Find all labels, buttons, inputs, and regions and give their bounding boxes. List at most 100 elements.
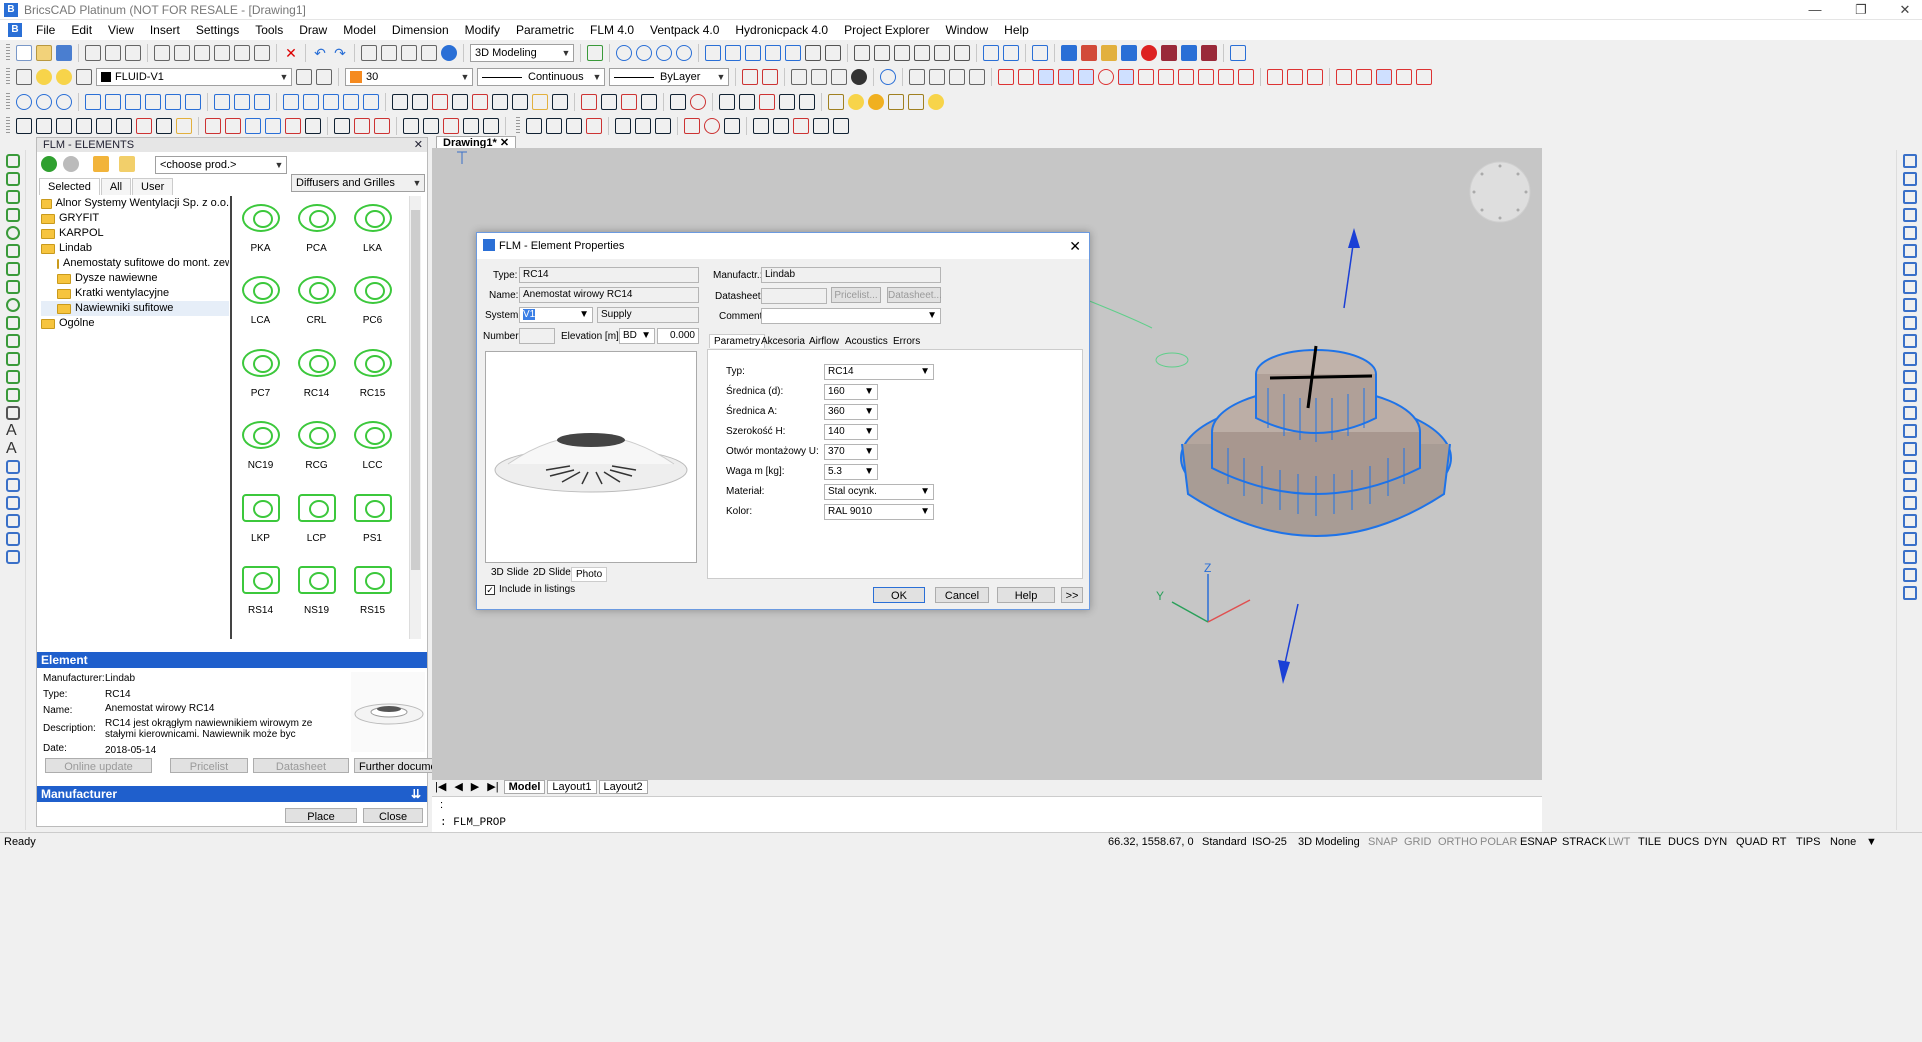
- render-icon[interactable]: [805, 44, 821, 61]
- osnap-center-icon[interactable]: [1098, 68, 1114, 85]
- tree-item[interactable]: Dysze nawiewne: [41, 271, 229, 286]
- product-select[interactable]: <choose prod.> ▼: [155, 156, 287, 174]
- pipe-tool-icon[interactable]: [423, 117, 439, 134]
- forward-icon[interactable]: [63, 156, 79, 172]
- lengthen-icon[interactable]: [1903, 424, 1917, 438]
- dialog-close-icon[interactable]: ✕: [1069, 233, 1081, 259]
- make-current-icon[interactable]: [316, 68, 332, 85]
- hydro-tool-icon[interactable]: [704, 117, 720, 134]
- wipeout-icon[interactable]: [6, 370, 20, 384]
- menu-help[interactable]: Help: [996, 20, 1037, 40]
- dialog-title-bar[interactable]: FLM - Element Properties ✕: [477, 233, 1089, 259]
- image-attach-icon[interactable]: [6, 532, 20, 546]
- flm-tool-icon[interactable]: [283, 93, 299, 110]
- navigation-wheel[interactable]: [1469, 161, 1531, 223]
- pipe-tool-icon[interactable]: [225, 117, 241, 134]
- element-item[interactable]: NS19: [289, 558, 344, 630]
- online-update-button[interactable]: Online update: [45, 758, 152, 773]
- offset-icon[interactable]: [1903, 244, 1917, 258]
- element-item[interactable]: RCG: [289, 413, 344, 485]
- menu-draw[interactable]: Draw: [291, 20, 335, 40]
- command-line[interactable]: : : FLM_PROP: [432, 796, 1542, 832]
- view-icon[interactable]: [745, 44, 761, 61]
- orbit-icon[interactable]: [725, 44, 741, 61]
- pipe-tool-icon[interactable]: [265, 117, 281, 134]
- element-item[interactable]: PKA: [233, 196, 288, 268]
- flm-tool-icon[interactable]: [16, 93, 32, 110]
- duct-tool-icon[interactable]: [739, 93, 755, 110]
- toolbar-grip[interactable]: [6, 43, 10, 62]
- menu-view[interactable]: View: [100, 20, 142, 40]
- param-a-select[interactable]: 360 ▼: [824, 404, 878, 420]
- pipe-tool-icon[interactable]: [463, 117, 479, 134]
- view-control-icon[interactable]: [785, 44, 801, 61]
- tab-user[interactable]: User: [132, 178, 174, 195]
- ellipse-icon[interactable]: [6, 280, 20, 294]
- pipe-tool-icon[interactable]: [334, 117, 350, 134]
- pipe-tool-icon[interactable]: [403, 117, 419, 134]
- join-icon[interactable]: [1903, 352, 1917, 366]
- element-item[interactable]: RS15: [345, 558, 400, 630]
- snap-grid-icon[interactable]: [1376, 68, 1392, 85]
- copy-obj-icon[interactable]: [1903, 172, 1917, 186]
- pipe-tool-icon[interactable]: [245, 117, 261, 134]
- up-folder-icon[interactable]: [93, 156, 109, 172]
- pipe-tool-icon[interactable]: [374, 117, 390, 134]
- rectangle-icon[interactable]: [6, 190, 20, 204]
- flm-tool-icon[interactable]: [85, 93, 101, 110]
- osnap-apparent-icon[interactable]: [1058, 68, 1074, 85]
- xref-icon[interactable]: [914, 44, 930, 61]
- status-quad[interactable]: QUAD: [1736, 833, 1768, 851]
- flm-list-icon[interactable]: [1230, 44, 1246, 61]
- restore-button[interactable]: ❐: [1846, 0, 1876, 20]
- layer-on-icon[interactable]: [36, 68, 52, 85]
- app-menu-icon[interactable]: B: [8, 23, 22, 37]
- status-lwt[interactable]: LWT: [1608, 833, 1630, 851]
- save-icon[interactable]: [56, 44, 72, 61]
- system-select[interactable]: V1 ▼: [519, 307, 593, 323]
- snap-cen-icon[interactable]: [949, 68, 965, 85]
- layer-previous-icon[interactable]: [296, 68, 312, 85]
- tab-all[interactable]: All: [100, 178, 132, 195]
- block-icon[interactable]: [954, 44, 970, 61]
- explode-icon[interactable]: [1903, 406, 1917, 420]
- preview-tab-photo[interactable]: Photo: [571, 567, 608, 582]
- duct-tool-icon[interactable]: [601, 93, 617, 110]
- ok-button[interactable]: OK: [873, 587, 925, 603]
- solid-wedge-icon[interactable]: [811, 68, 827, 85]
- flm-view-icon[interactable]: [983, 44, 999, 61]
- param-typ-select[interactable]: RC14 ▼: [824, 364, 934, 380]
- menu-project-explorer[interactable]: Project Explorer: [836, 20, 937, 40]
- number-field[interactable]: [519, 328, 555, 344]
- light-point-icon[interactable]: [868, 93, 884, 110]
- osnap-tangent-icon[interactable]: [1178, 68, 1194, 85]
- layer-lock-icon[interactable]: [76, 68, 92, 85]
- light-spot-icon[interactable]: [888, 93, 904, 110]
- tab-layout1[interactable]: Layout1: [547, 780, 597, 794]
- diffuser-3d-model[interactable]: [1180, 345, 1452, 537]
- mtext-icon[interactable]: A: [6, 441, 20, 457]
- arc-icon[interactable]: [6, 244, 20, 258]
- duct-tool-icon[interactable]: [641, 93, 657, 110]
- pipe-tool-icon[interactable]: [156, 117, 172, 134]
- flm-save-icon[interactable]: [1121, 44, 1137, 61]
- pipe-tool-icon[interactable]: [205, 117, 221, 134]
- tree-item[interactable]: KARPOL: [41, 226, 229, 241]
- tab-acoustics[interactable]: Acoustics: [841, 335, 892, 348]
- region-icon[interactable]: [6, 334, 20, 348]
- osnap-node-icon[interactable]: [1238, 68, 1254, 85]
- close-button[interactable]: Close: [363, 808, 423, 823]
- menu-insert[interactable]: Insert: [142, 20, 188, 40]
- menu-edit[interactable]: Edit: [63, 20, 100, 40]
- measure-icon[interactable]: [1903, 478, 1917, 492]
- visual-style-icon[interactable]: [825, 44, 841, 61]
- status-esnap[interactable]: ESNAP: [1520, 833, 1557, 851]
- dialog-pricelist-button[interactable]: Pricelist...: [831, 287, 881, 303]
- tool-palettes-icon[interactable]: [421, 44, 437, 61]
- param-u-select[interactable]: 370 ▼: [824, 444, 878, 460]
- zoom-extents-icon[interactable]: [676, 44, 692, 61]
- panel-splitter[interactable]: [230, 196, 232, 639]
- pricelist-button[interactable]: Pricelist: [170, 758, 248, 773]
- status-strack[interactable]: STRACK: [1562, 833, 1607, 851]
- regen-icon[interactable]: [587, 44, 603, 61]
